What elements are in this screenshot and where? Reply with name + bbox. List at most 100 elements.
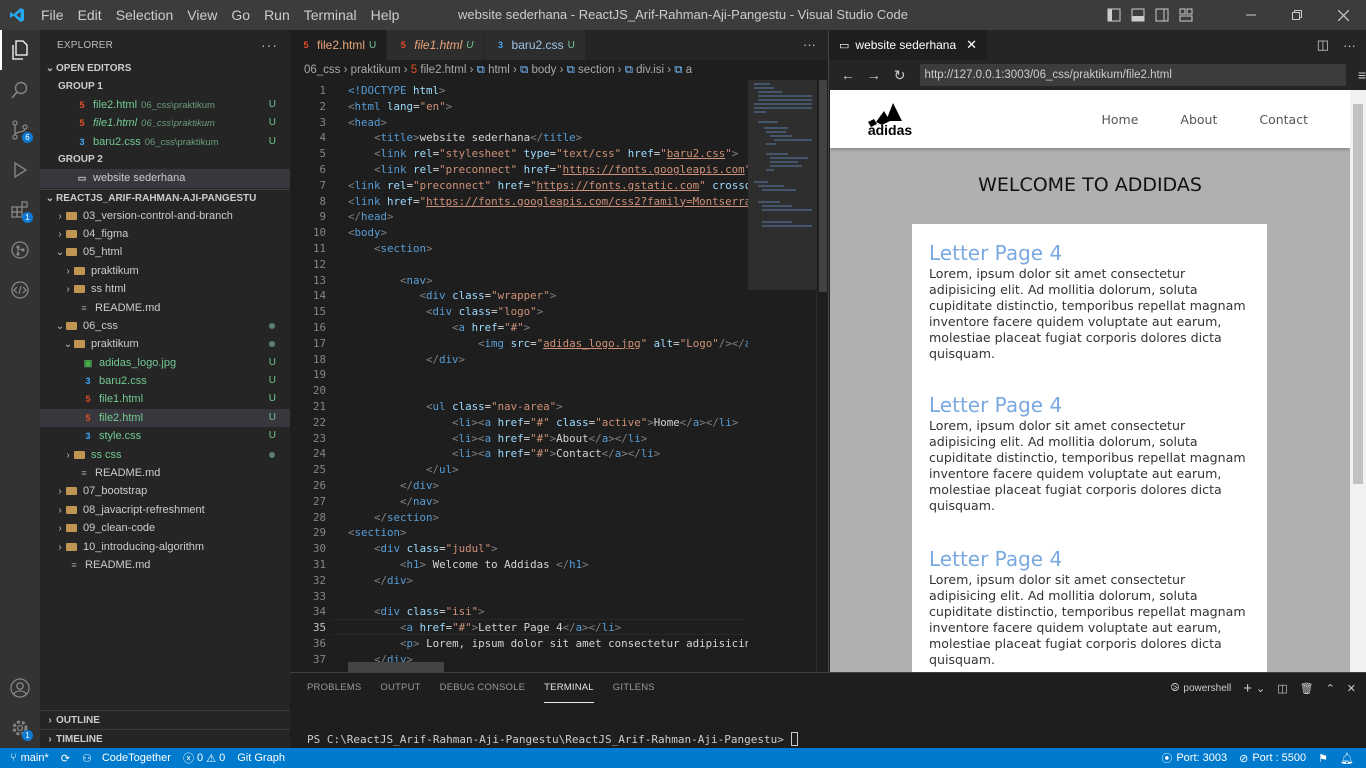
tree-item[interactable]: › ss css [40, 446, 290, 464]
source-control-icon[interactable]: 6 [0, 110, 40, 150]
tab-website-preview[interactable]: ▭ website sederhana ✕ [829, 30, 988, 60]
codetogether-item[interactable]: ⚇ CodeTogether [76, 752, 177, 765]
project-section[interactable]: ⌄ REACTJS_ARIF-RAHMAN-AJI-PANGESTU [40, 188, 290, 207]
url-input[interactable] [920, 64, 1346, 86]
tab-problems[interactable]: PROBLEMS [307, 674, 361, 702]
tab-file2-html[interactable]: 5 file2.html U [290, 30, 388, 60]
article-link[interactable]: Letter Page 4 [929, 392, 1267, 418]
open-editor-baru2[interactable]: 3 baru2.css 06_css\praktikum U [40, 133, 290, 151]
menu-selection[interactable]: Selection [109, 0, 181, 30]
minimap[interactable] [748, 80, 816, 672]
tree-item-selected[interactable]: 5 file2.html U [40, 408, 290, 428]
close-window-icon[interactable] [1320, 0, 1366, 30]
timeline-section[interactable]: › TIMELINE [40, 729, 290, 748]
forward-arrow-icon[interactable]: → [861, 67, 887, 83]
manage-gear-icon[interactable]: 1 [0, 708, 40, 748]
breadcrumb-item[interactable]: file2.html [420, 64, 466, 76]
close-panel-icon[interactable]: ✕ [1347, 682, 1356, 695]
tree-item[interactable]: ≡ README.md [40, 299, 290, 317]
tab-file1-html[interactable]: 5 file1.html U [387, 30, 485, 60]
problems-indicator[interactable]: ⓧ 0 ⚠ 0 [177, 750, 231, 766]
run-debug-icon[interactable] [0, 150, 40, 190]
outline-section[interactable]: › OUTLINE [40, 710, 290, 729]
breadcrumb-item[interactable]: praktikum [351, 64, 401, 76]
scrollbar-thumb[interactable] [819, 80, 827, 292]
trash-icon[interactable]: 🗑 [1300, 682, 1314, 695]
open-editor-file2[interactable]: 5 file2.html 06_css\praktikum U [40, 96, 290, 114]
remote-explorer-icon[interactable] [0, 270, 40, 310]
terminal-shell-name[interactable]: powershell [1183, 683, 1231, 694]
port-3003-item[interactable]: ⦿ Port: 3003 [1155, 750, 1233, 766]
tree-item[interactable]: › 07_bootstrap [40, 482, 290, 500]
git-graph-item[interactable]: Git Graph [231, 752, 291, 764]
split-editor-icon[interactable]: ◫ [1317, 37, 1329, 53]
breadcrumb-item[interactable]: body [531, 64, 556, 76]
tree-item[interactable]: ⌄ praktikum [40, 335, 290, 353]
menu-file[interactable]: File [34, 0, 71, 30]
tab-debug-console[interactable]: DEBUG CONSOLE [440, 674, 525, 702]
toggle-panel-icon[interactable] [1126, 0, 1150, 30]
article-link[interactable]: Letter Page 4 [929, 546, 1267, 572]
tree-item[interactable]: ⌄ 06_css [40, 317, 290, 335]
tree-item[interactable]: › 08_javacript-refreshment [40, 501, 290, 519]
tree-item[interactable]: 5 file1.html U [40, 390, 290, 408]
menu-run[interactable]: Run [257, 0, 297, 30]
breadcrumb-item[interactable]: section [578, 64, 614, 76]
code-area[interactable]: 1 <!DOCTYPE html> 2 <html lang="en"> 3 <head>… [290, 80, 748, 672]
breadcrumb-item[interactable]: 06_css [304, 64, 340, 76]
more-actions-icon[interactable]: ··· [1343, 38, 1356, 53]
restore-icon[interactable] [1274, 0, 1320, 30]
git-graph-icon[interactable] [0, 230, 40, 270]
horizontal-scrollbar-thumb[interactable] [348, 662, 444, 672]
close-tab-icon[interactable]: ✕ [966, 37, 977, 53]
menu-help[interactable]: Help [364, 0, 407, 30]
reload-icon[interactable]: ↻ [887, 67, 913, 84]
breadcrumb-item[interactable]: a [686, 64, 692, 76]
tree-item[interactable]: ▣ adidas_logo.jpg U [40, 354, 290, 372]
branch-indicator[interactable]: ⑂ main* [0, 752, 55, 764]
nav-link-home[interactable]: Home [1101, 112, 1138, 127]
toggle-secondary-sidebar-icon[interactable] [1150, 0, 1174, 30]
nav-link-about[interactable]: About [1180, 112, 1217, 127]
minimize-icon[interactable] [1228, 0, 1274, 30]
customize-layout-icon[interactable] [1174, 0, 1198, 30]
tree-item[interactable]: ≡ README.md [40, 464, 290, 482]
terminal-output[interactable]: PS C:\ReactJS_Arif-Rahman-Aji-Pangestu\R… [307, 732, 799, 746]
tab-output[interactable]: OUTPUT [380, 674, 420, 702]
open-editor-file1[interactable]: 5 file1.html 06_css\praktikum U [40, 114, 290, 132]
article-link[interactable]: Letter Page 4 [929, 240, 1267, 266]
extensions-icon[interactable]: 1 [0, 190, 40, 230]
maximize-panel-icon[interactable]: ⌃ [1326, 682, 1335, 695]
tree-item[interactable]: › praktikum [40, 262, 290, 280]
chevron-down-icon[interactable]: ⌄ [1256, 682, 1265, 695]
tree-item[interactable]: ≡ README.md [40, 556, 290, 574]
tab-gitlens[interactable]: GITLENS [613, 674, 655, 702]
preview-scrollbar[interactable] [1350, 90, 1366, 672]
tree-item[interactable]: › 10_introducing-algorithm [40, 538, 290, 556]
tab-terminal[interactable]: TERMINAL [544, 674, 594, 703]
adidas-logo[interactable]: adidas [862, 100, 918, 142]
tree-item[interactable]: › 03_version-control-and-branch [40, 207, 290, 225]
tab-baru2-css[interactable]: 3 baru2.css U [484, 30, 586, 60]
editor-more-actions-icon[interactable]: ··· [803, 30, 816, 60]
feedback-icon[interactable]: ⚑ [1312, 752, 1334, 765]
hamburger-menu-icon[interactable]: ≡ [1358, 67, 1366, 83]
open-editors-section[interactable]: ⌄ OPEN EDITORS [40, 60, 290, 78]
breadcrumb-item[interactable]: div.isi [636, 64, 664, 76]
breadcrumb-item[interactable]: html [488, 64, 510, 76]
tree-item[interactable]: 3 baru2.css U [40, 372, 290, 390]
toggle-sidebar-icon[interactable] [1102, 0, 1126, 30]
tree-item[interactable]: › 04_figma [40, 225, 290, 243]
live-server-port-item[interactable]: ⊘ Port : 5500 [1233, 752, 1312, 765]
back-arrow-icon[interactable]: ← [835, 67, 861, 83]
menu-terminal[interactable]: Terminal [297, 0, 364, 30]
tree-item[interactable]: › ss html [40, 280, 290, 298]
search-icon[interactable] [0, 70, 40, 110]
new-terminal-icon[interactable]: + [1243, 680, 1252, 697]
menu-edit[interactable]: Edit [71, 0, 109, 30]
menu-view[interactable]: View [180, 0, 224, 30]
split-terminal-icon[interactable]: ◫ [1277, 682, 1287, 695]
open-editor-preview[interactable]: ▭ website sederhana [40, 169, 290, 188]
notifications-bell-icon[interactable]: 🔔︎ [1334, 752, 1366, 765]
explorer-icon[interactable] [0, 30, 40, 70]
